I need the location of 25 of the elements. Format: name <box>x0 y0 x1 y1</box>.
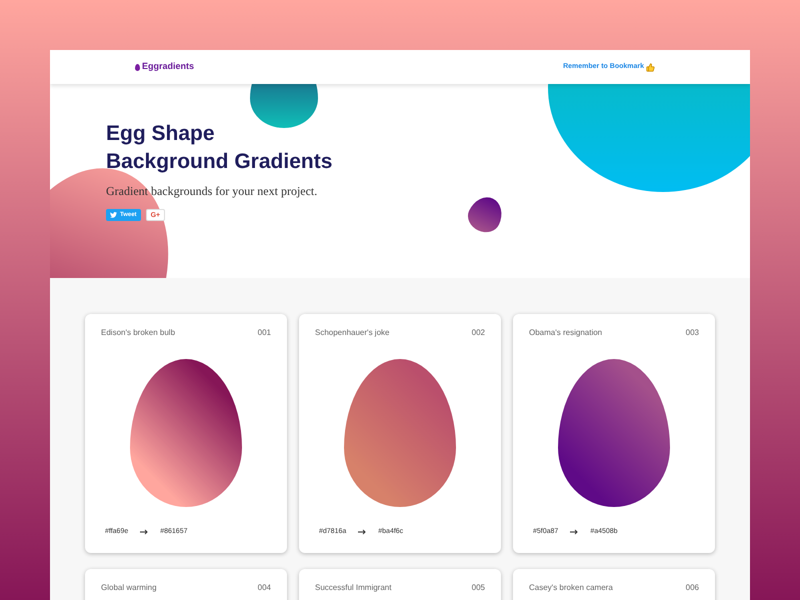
gradient-number: 001 <box>258 327 271 339</box>
bird-icon <box>110 212 117 218</box>
gradient-number: 006 <box>686 582 699 594</box>
hero-subtitle: Gradient backgrounds for your next project. <box>106 183 318 200</box>
gradient-name: Successful Immigrant <box>315 582 392 594</box>
gradient-number: 004 <box>258 582 271 594</box>
egg-logo-icon <box>135 64 140 70</box>
arrow-icon <box>570 528 578 535</box>
brand-link[interactable]: Eggradients <box>142 60 194 74</box>
gradient-name: Schopenhauer's joke <box>315 327 390 339</box>
gradient-card[interactable]: Casey's broken camera 006 <box>513 569 715 600</box>
gradient-name: Casey's broken camera <box>529 582 613 594</box>
gradient-number: 003 <box>686 327 699 339</box>
gradient-card[interactable]: Global warming 004 <box>85 569 287 600</box>
gradient-card[interactable]: Successful Immigrant 005 <box>299 569 501 600</box>
hero-title: Egg Shape <box>106 121 216 147</box>
gradient-number: 005 <box>472 582 485 594</box>
gradient-name: Edison's broken bulb <box>101 327 176 339</box>
arrow-icon <box>358 528 366 535</box>
gradient-name: Obama's resignation <box>529 327 602 339</box>
arrow-icon <box>140 528 148 535</box>
gradient-number: 002 <box>472 327 485 339</box>
thumbs-up-icon <box>646 62 655 72</box>
hero-title: Background Gradients <box>106 149 334 175</box>
gradient-name: Global warming <box>101 582 157 594</box>
